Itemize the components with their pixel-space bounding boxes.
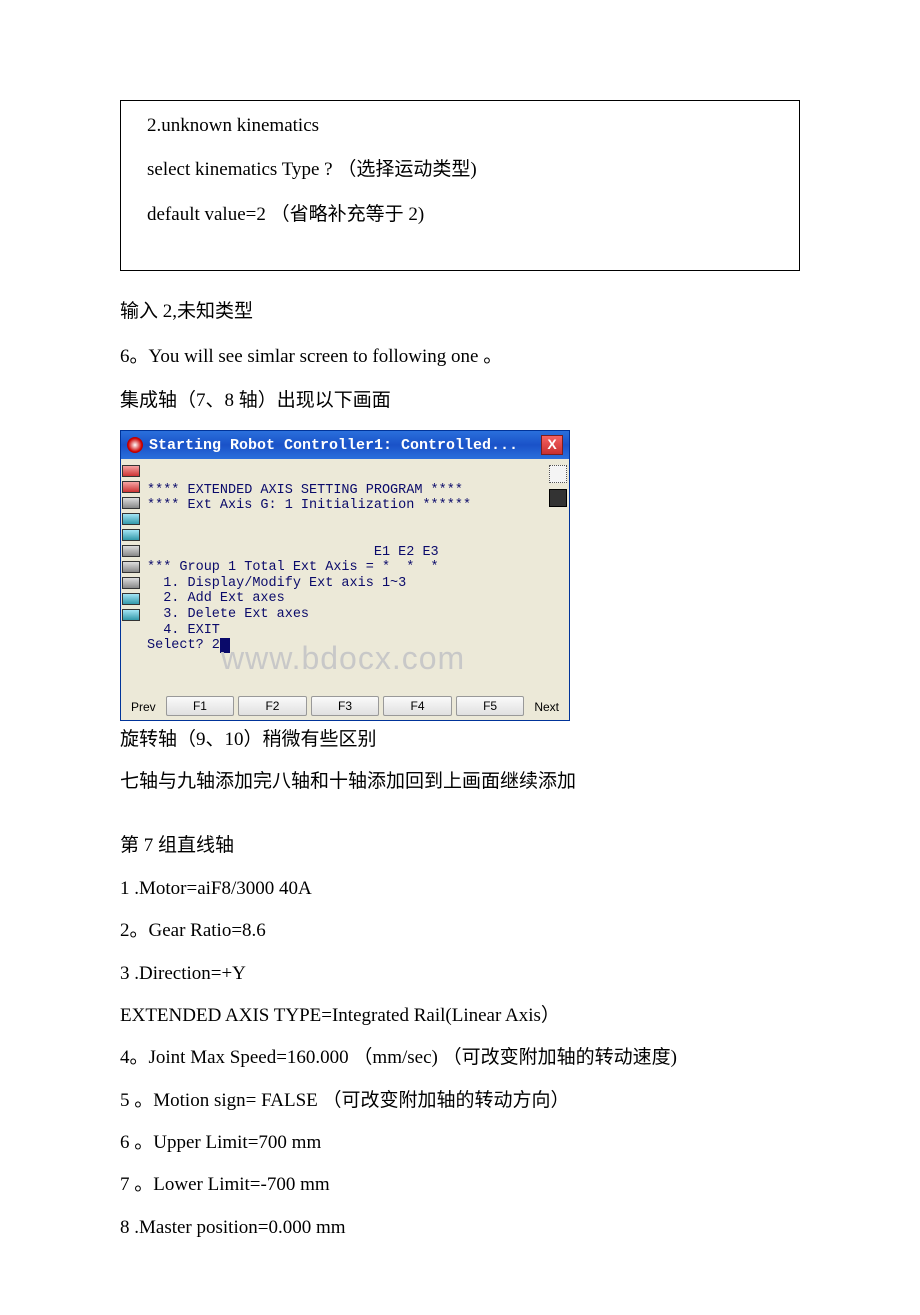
tab-square-icon[interactable] — [122, 609, 140, 621]
window-icon[interactable] — [549, 465, 567, 483]
f2-button[interactable]: F2 — [238, 696, 307, 716]
left-tab-strip — [121, 459, 141, 692]
spacer — [120, 809, 800, 819]
close-icon: X — [547, 436, 556, 452]
f4-button[interactable]: F4 — [383, 696, 452, 716]
f5-button[interactable]: F5 — [456, 696, 525, 716]
f1-button[interactable]: F1 — [166, 696, 235, 716]
boxed-line-1: 2.unknown kinematics — [147, 111, 773, 141]
tab-square-icon[interactable] — [122, 497, 140, 509]
fn-group: F1 F2 F3 F4 F5 — [166, 696, 525, 716]
after-p7: EXTENDED AXIS TYPE=Integrated Rail(Linea… — [120, 1001, 800, 1031]
body-p3: 集成轴（7、8 轴）出现以下画面 — [120, 386, 800, 416]
after-p1: 旋转轴（9、10）稍微有些区别 — [120, 725, 800, 755]
next-button[interactable]: Next — [528, 698, 565, 716]
xp-body: **** EXTENDED AXIS SETTING PROGRAM **** … — [121, 459, 569, 692]
keyboard-icon[interactable] — [549, 489, 567, 507]
after-p2: 七轴与九轴添加完八轴和十轴添加回到上画面继续添加 — [120, 767, 800, 797]
tab-square-icon[interactable] — [122, 545, 140, 557]
after-p5: 2。Gear Ratio=8.6 — [120, 916, 800, 946]
f3-button[interactable]: F3 — [311, 696, 380, 716]
robot-icon — [127, 437, 143, 453]
boxed-line-3: default value=2 （省略补充等于 2) — [147, 200, 773, 230]
after-p12: 8 .Master position=0.000 mm — [120, 1213, 800, 1243]
after-p11: 7 。Lower Limit=-700 mm — [120, 1170, 800, 1200]
after-p10: 6 。Upper Limit=700 mm — [120, 1128, 800, 1158]
right-tool-strip — [547, 459, 569, 692]
after-text: 旋转轴（9、10）稍微有些区别 七轴与九轴添加完八轴和十轴添加回到上画面继续添加… — [120, 725, 800, 1244]
after-p4: 1 .Motor=aiF8/3000 40A — [120, 874, 800, 904]
body-text: 输入 2,未知类型 6。You will see simlar screen t… — [120, 297, 800, 416]
after-p8: 4。Joint Max Speed=160.000 （mm/sec) （可改变附… — [120, 1043, 800, 1073]
xp-titlebar[interactable]: Starting Robot Controller1: Controlled..… — [121, 431, 569, 459]
tab-square-icon[interactable] — [122, 513, 140, 525]
tab-square-icon[interactable] — [122, 481, 140, 493]
tab-square-icon[interactable] — [122, 593, 140, 605]
prev-button[interactable]: Prev — [125, 698, 162, 716]
boxed-line-2: select kinematics Type ? （选择运动类型) — [147, 155, 773, 185]
terminal-text: **** EXTENDED AXIS SETTING PROGRAM **** … — [147, 483, 471, 653]
after-p3: 第 7 组直线轴 — [120, 831, 800, 861]
body-p2: 6。You will see simlar screen to followin… — [120, 342, 800, 372]
document-page: 2.unknown kinematics select kinematics T… — [0, 0, 920, 1315]
body-p1: 输入 2,未知类型 — [120, 297, 800, 327]
terminal-output: **** EXTENDED AXIS SETTING PROGRAM **** … — [141, 459, 547, 692]
boxed-section: 2.unknown kinematics select kinematics T… — [120, 100, 800, 271]
after-p6: 3 .Direction=+Y — [120, 959, 800, 989]
tab-square-icon[interactable] — [122, 465, 140, 477]
tab-square-icon[interactable] — [122, 529, 140, 541]
xp-title-text: Starting Robot Controller1: Controlled..… — [149, 437, 541, 454]
tab-square-icon[interactable] — [122, 561, 140, 573]
watermark-text: www.bdocx.com — [221, 640, 465, 677]
after-p9: 5 。Motion sign= FALSE （可改变附加轴的转动方向） — [120, 1086, 800, 1116]
close-button[interactable]: X — [541, 435, 563, 455]
tab-square-icon[interactable] — [122, 577, 140, 589]
function-key-row: Prev F1 F2 F3 F4 F5 Next — [121, 693, 569, 720]
xp-window: Starting Robot Controller1: Controlled..… — [120, 430, 570, 720]
